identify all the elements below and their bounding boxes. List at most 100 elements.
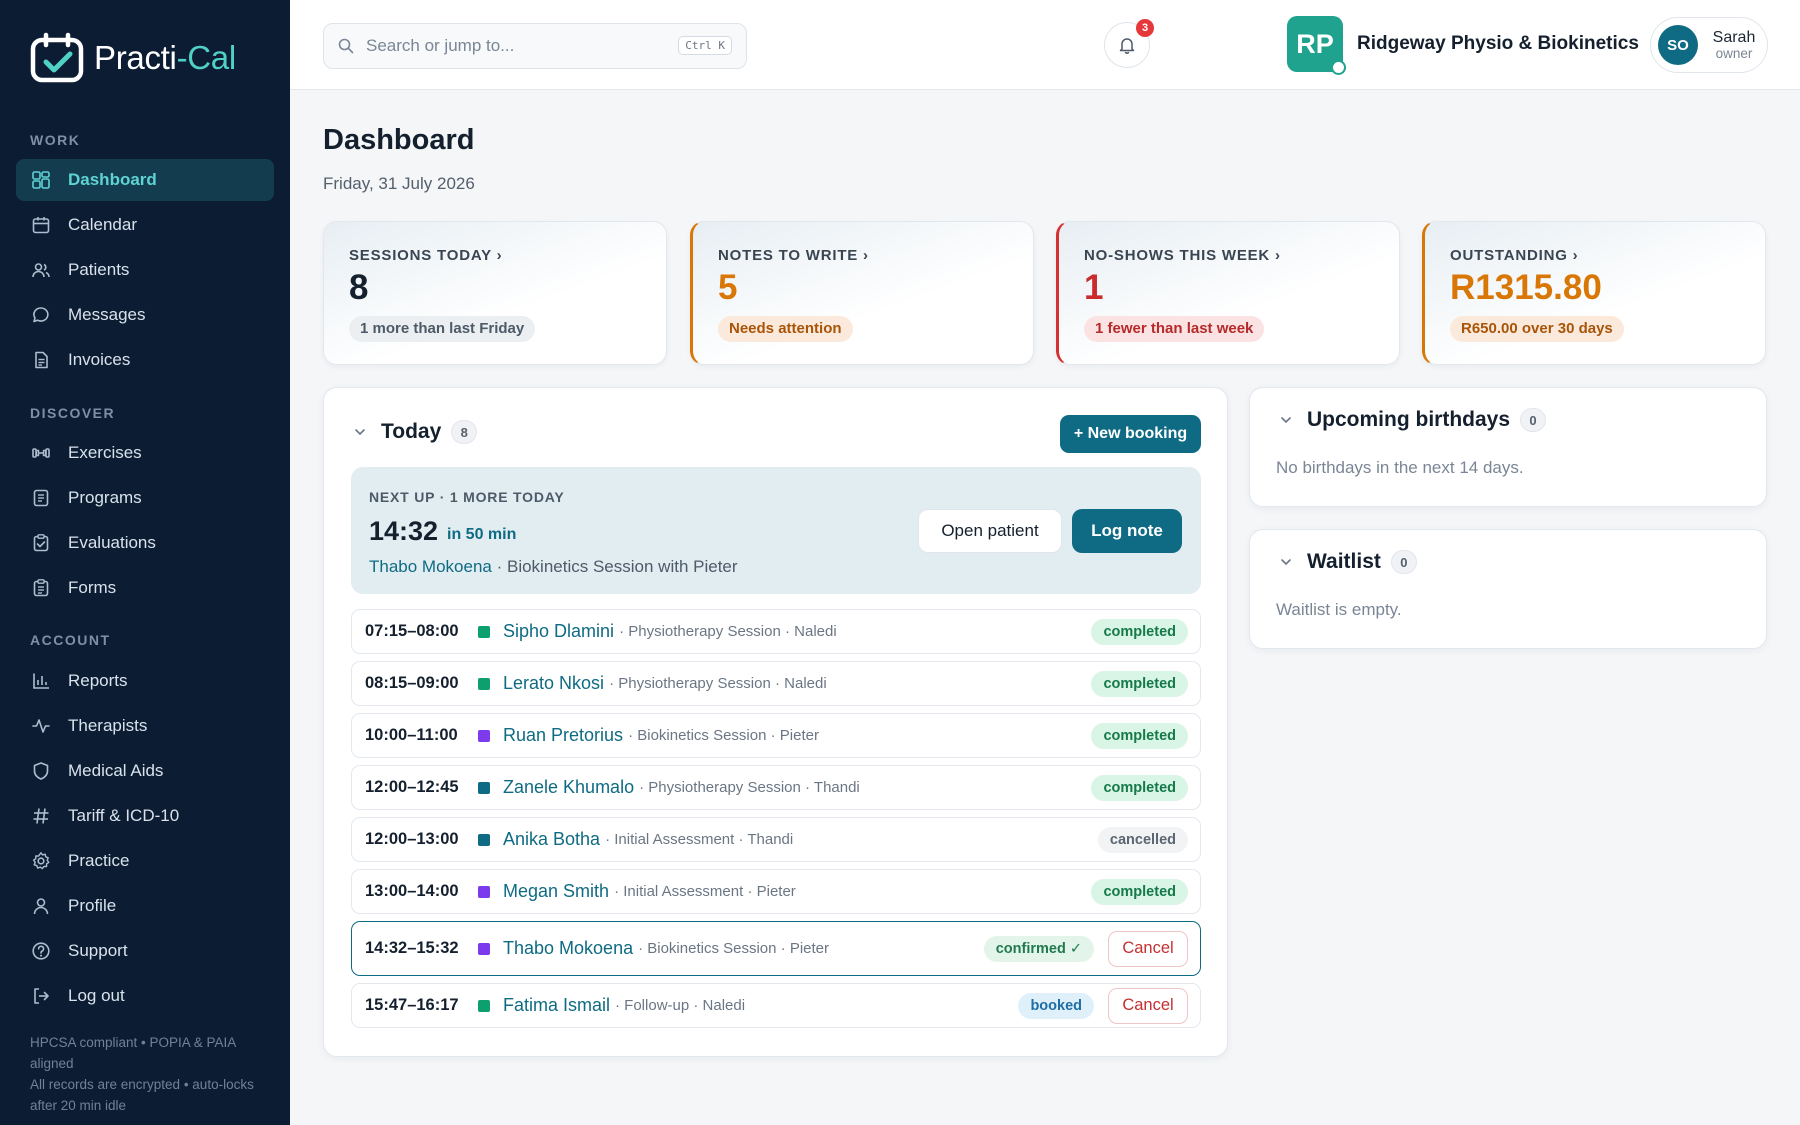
sidebar-item-label: Invoices xyxy=(68,350,131,369)
appointment-meta: · Biokinetics Session · Pieter xyxy=(638,940,829,957)
appointment-meta: · Physiotherapy Session · Naledi xyxy=(619,623,837,640)
appointment-patient-link[interactable]: Ruan Pretorius xyxy=(503,725,623,746)
birthdays-empty: No birthdays in the next 14 days. xyxy=(1276,458,1524,477)
sidebar-item-log-out[interactable]: Log out xyxy=(16,975,274,1017)
sidebar-item-label: Dashboard xyxy=(68,170,157,189)
cancel-button[interactable]: Cancel xyxy=(1108,930,1188,967)
sidebar-item-programs[interactable]: Programs xyxy=(16,477,274,519)
today-title: Today xyxy=(381,420,442,443)
sidebar-item-profile[interactable]: Profile xyxy=(16,885,274,927)
stat-value: R1315.80 xyxy=(1450,268,1602,307)
dashboard-icon xyxy=(30,169,52,191)
waitlist-header[interactable]: Waitlist 0 xyxy=(1277,550,1417,574)
stat-outstanding[interactable]: OUTSTANDING › R1315.80 R650.00 over 30 d… xyxy=(1422,221,1766,365)
next-up-detail: Thabo Mokoena · Biokinetics Session with… xyxy=(369,557,738,577)
appointment-row[interactable]: 07:15–08:00 Sipho Dlamini · Physiotherapy … xyxy=(351,609,1201,654)
sidebar-item-tariff-and-icd-10[interactable]: Tariff & ICD-10 xyxy=(16,795,274,837)
sidebar-item-messages[interactable]: Messages xyxy=(16,294,274,336)
appointment-row[interactable]: 10:00–11:00 Ruan Pretorius · Biokinetics S… xyxy=(351,713,1201,758)
brand-logo[interactable]: Practi-Cal xyxy=(30,32,236,84)
bar-chart-icon xyxy=(30,670,52,692)
appointment-type-marker xyxy=(478,885,490,898)
appointment-row[interactable]: 15:47–16:17 Fatima Ismail · Follow-up · Na… xyxy=(351,983,1201,1028)
stat-label: SESSIONS TODAY › xyxy=(349,247,503,264)
user-menu[interactable]: SO Sarah owner xyxy=(1650,17,1768,73)
appointment-patient-link[interactable]: Zanele Khumalo xyxy=(503,777,634,798)
hash-icon xyxy=(30,805,52,827)
appointment-row[interactable]: 12:00–13:00 Anika Botha · Initial Assessme… xyxy=(351,817,1201,862)
users-icon xyxy=(30,259,52,281)
stat-label: NOTES TO WRITE › xyxy=(718,247,869,264)
gear-icon xyxy=(30,850,52,872)
bell-icon xyxy=(1119,38,1135,54)
appointment-patient-link[interactable]: Lerato Nkosi xyxy=(503,673,604,694)
sidebar-item-label: Patients xyxy=(68,260,130,279)
appointment-row[interactable]: 12:00–12:45 Zanele Khumalo · Physiotherapy… xyxy=(351,765,1201,810)
search-icon xyxy=(338,38,354,54)
appointment-meta: · Physiotherapy Session · Thandi xyxy=(639,779,860,796)
cancel-button[interactable]: Cancel xyxy=(1108,987,1188,1024)
sidebar-item-evaluations[interactable]: Evaluations xyxy=(16,522,274,564)
next-up-panel: NEXT UP · 1 MORE TODAY 14:32 in 50 min T… xyxy=(351,467,1201,594)
practice-avatar[interactable]: RP xyxy=(1287,16,1346,75)
new-booking-button[interactable]: + New booking xyxy=(1060,415,1201,453)
appointment-row[interactable]: 13:00–14:00 Megan Smith · Initial Assessme… xyxy=(351,869,1201,914)
sidebar-item-exercises[interactable]: Exercises xyxy=(16,432,274,474)
security-line: All records are encrypted • auto-locks a… xyxy=(30,1077,254,1113)
appointment-row[interactable]: 14:32–15:32 Thabo Mokoena · Biokinetics Se… xyxy=(351,921,1201,976)
sidebar-item-reports[interactable]: Reports xyxy=(16,660,274,702)
sidebar-item-calendar[interactable]: Calendar xyxy=(16,204,274,246)
stat-no-shows[interactable]: NO-SHOWS THIS WEEK › 1 1 fewer than last… xyxy=(1056,221,1400,365)
appointment-meta: · Initial Assessment · Thandi xyxy=(605,831,794,848)
stat-label: NO-SHOWS THIS WEEK › xyxy=(1084,247,1281,264)
appointment-patient-link[interactable]: Thabo Mokoena xyxy=(503,938,633,959)
appointment-meta: · Physiotherapy Session · Naledi xyxy=(609,675,827,692)
stat-sessions-today[interactable]: SESSIONS TODAY › 8 1 more than last Frid… xyxy=(323,221,667,365)
sidebar-item-therapists[interactable]: Therapists xyxy=(16,705,274,747)
chevron-down-icon xyxy=(1277,553,1295,571)
next-up-patient-link[interactable]: Thabo Mokoena xyxy=(369,557,492,576)
sidebar-item-medical-aids[interactable]: Medical Aids xyxy=(16,750,274,792)
sidebar-item-invoices[interactable]: Invoices xyxy=(16,339,274,381)
sidebar-item-support[interactable]: Support xyxy=(16,930,274,972)
sidebar-item-label: Profile xyxy=(68,896,117,915)
chevron-down-icon xyxy=(351,423,369,441)
next-up-session: · Biokinetics Session with Pieter xyxy=(491,557,738,576)
appointment-patient-link[interactable]: Sipho Dlamini xyxy=(503,621,614,642)
practice-initials: RP xyxy=(1296,28,1334,59)
search-input[interactable]: Search or jump to... Ctrl K xyxy=(323,23,747,69)
appointment-patient-link[interactable]: Anika Botha xyxy=(503,829,600,850)
sidebar: Practi-Cal WORK Dashboard Calendar Patient… xyxy=(0,0,290,1125)
stat-notes-to-write[interactable]: NOTES TO WRITE › 5 Needs attention xyxy=(690,221,1034,365)
sidebar-item-patients[interactable]: Patients xyxy=(16,249,274,291)
appointment-time: 10:00–11:00 xyxy=(365,726,458,744)
compliance-footer: HPCSA compliant • POPIA & PAIA aligned A… xyxy=(30,1032,260,1116)
sidebar-item-forms[interactable]: Forms xyxy=(16,567,274,609)
sidebar-item-label: Log out xyxy=(68,986,125,1005)
birthdays-header[interactable]: Upcoming birthdays 0 xyxy=(1277,408,1547,432)
top-bar: Search or jump to... Ctrl K 3 RP Ridgewa… xyxy=(290,0,1800,90)
next-up-label: NEXT UP · 1 MORE TODAY xyxy=(369,489,565,505)
logout-icon xyxy=(30,985,52,1007)
today-header[interactable]: Today 8 xyxy=(351,420,478,444)
open-patient-button[interactable]: Open patient xyxy=(918,509,1062,553)
sidebar-item-practice[interactable]: Practice xyxy=(16,840,274,882)
appointment-patient-link[interactable]: Megan Smith xyxy=(503,881,609,902)
stat-label: OUTSTANDING › xyxy=(1450,247,1579,264)
stat-value: 5 xyxy=(718,268,738,307)
calendar-check-icon xyxy=(30,32,86,84)
status-badge: booked xyxy=(1018,992,1094,1019)
search-shortcut: Ctrl K xyxy=(678,36,732,55)
sidebar-item-dashboard[interactable]: Dashboard xyxy=(16,159,274,201)
notification-badge: 3 xyxy=(1136,19,1154,37)
appointment-time: 15:47–16:17 xyxy=(365,996,459,1014)
appointment-patient-link[interactable]: Fatima Ismail xyxy=(503,995,610,1016)
appointment-row[interactable]: 08:15–09:00 Lerato Nkosi · Physiotherapy S… xyxy=(351,661,1201,706)
sidebar-item-label: Messages xyxy=(68,305,146,324)
sidebar-item-label: Calendar xyxy=(68,215,137,234)
program-icon xyxy=(30,487,52,509)
activity-icon xyxy=(30,715,52,737)
sidebar-item-label: Practice xyxy=(68,851,130,870)
log-note-button[interactable]: Log note xyxy=(1072,509,1182,553)
nav-section-account: ACCOUNT xyxy=(30,632,111,648)
